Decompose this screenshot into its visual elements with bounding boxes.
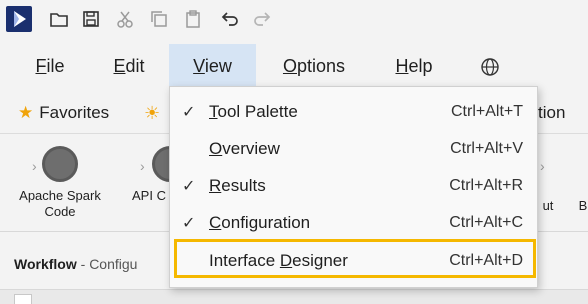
menu-file[interactable]: File [22,44,78,88]
menu-item-mnemonic: R [209,176,222,195]
menu-item-shortcut: Ctrl+Alt+T [450,103,523,120]
globe-icon[interactable] [474,44,506,88]
menu-help-label: elp [408,56,433,76]
tool-arrow-icon: › [540,158,545,174]
menu-bar: File Edit View Options Help [0,44,588,88]
menu-item-label: Tool Palette [209,102,298,122]
menu-item-label: Configuration [209,213,310,233]
menu-file-label: ile [46,56,65,76]
tab-favorites-label: Favorites [39,103,110,122]
menu-options-mnemonic: O [282,56,297,76]
tool-label-line1: Apache Spark [19,188,101,203]
tool-partial-b[interactable]: B [576,192,588,214]
menu-item-label-rest: ool Palette [217,102,298,121]
menu-view-mnemonic: V [193,56,205,76]
menu-help-mnemonic: H [395,56,409,76]
menu-item-tool-palette[interactable]: ✓ Tool Palette Ctrl+Alt+T [170,93,537,130]
menu-item-mnemonic: T [209,102,218,121]
menu-options-label: ptions [296,56,346,76]
workflow-title: Workflow - Configu [14,256,137,272]
tool-label-line2: Code [44,204,76,219]
menu-item-shortcut: Ctrl+Alt+C [449,214,523,231]
paste-icon[interactable] [182,8,204,30]
tab-sun[interactable]: ☀ [144,102,160,124]
menu-item-label: Overview [209,139,280,159]
quick-access-toolbar [0,0,588,40]
menu-edit[interactable]: Edit [100,44,158,88]
menu-item-label: Results [209,176,266,196]
highlight-box [174,239,536,278]
app-logo-icon[interactable] [6,6,32,32]
menu-item-shortcut: Ctrl+Alt+V [450,140,523,157]
tab-favorites[interactable]: ★ Favorites [18,102,109,124]
menu-view[interactable]: View [169,44,256,88]
menu-item-overview[interactable]: Overview Ctrl+Alt+V [170,130,537,167]
redo-icon[interactable] [252,8,274,30]
save-icon[interactable] [80,8,102,30]
tool-partial-ut[interactable]: ut [538,192,558,214]
menu-edit-label: dit [125,56,145,76]
canvas-tab[interactable] [14,294,32,304]
cut-icon[interactable] [114,8,136,30]
menu-file-mnemonic: F [35,56,47,76]
menu-item-results[interactable]: ✓ Results Ctrl+Alt+R [170,167,537,204]
menu-view-label: iew [204,56,232,76]
workflow-subtitle: - Configu [80,256,138,272]
workflow-title-label: Workflow [14,256,77,272]
copy-icon[interactable] [148,8,170,30]
check-icon: ✓ [182,215,196,232]
menu-item-mnemonic: C [209,213,222,232]
check-icon: ✓ [182,104,196,121]
menu-item-shortcut: Ctrl+Alt+R [449,177,523,194]
tab-partial-right-label: tion [538,103,566,122]
tool-apache-spark-code[interactable]: Apache Spark Code [8,146,112,220]
open-folder-icon[interactable] [48,8,70,30]
sun-icon: ☀ [144,103,161,123]
menu-item-configuration[interactable]: ✓ Configuration Ctrl+Alt+C [170,204,537,241]
tool-label-line1: B [578,198,588,213]
menu-item-label-rest: onfiguration [221,213,311,232]
tab-partial-right[interactable]: tion [538,102,565,124]
menu-item-label-rest: verview [222,139,280,158]
menu-item-mnemonic: O [209,139,223,158]
menu-item-label-rest: esults [221,176,266,195]
menu-options[interactable]: Options [270,44,358,88]
star-icon: ★ [18,103,34,122]
menu-edit-mnemonic: E [113,56,126,76]
undo-icon[interactable] [218,8,240,30]
tool-label-line1: ut [542,198,554,213]
canvas-tab-strip [0,290,588,304]
apache-spark-code-icon [42,146,78,182]
menu-help[interactable]: Help [382,44,446,88]
check-icon: ✓ [182,178,196,195]
